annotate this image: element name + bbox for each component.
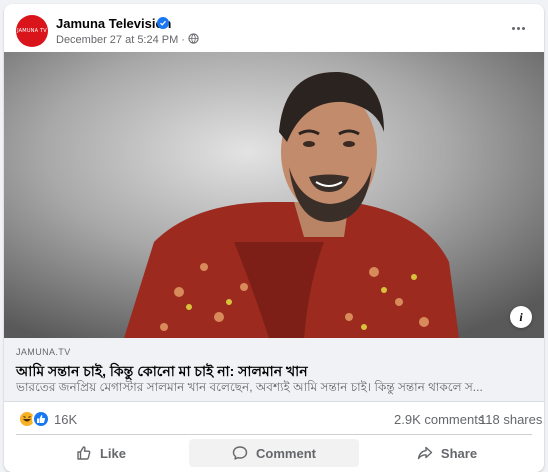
link-domain: JAMUNA.TV — [16, 347, 71, 357]
reaction-icons[interactable] — [18, 410, 52, 428]
thumbs-up-icon — [77, 446, 91, 460]
comment-icon — [232, 446, 248, 460]
page-avatar[interactable]: JAMUNA TV — [16, 15, 48, 47]
post-header: JAMUNA TV Jamuna Television December 27 … — [4, 4, 544, 52]
share-button[interactable]: Share — [362, 439, 532, 467]
post-stats: 16K 2.9K comments 118 shares — [4, 402, 544, 432]
comment-label: Comment — [256, 445, 316, 461]
post-card: JAMUNA TV Jamuna Television December 27 … — [4, 4, 544, 472]
link-description: ভারতের জনপ্রিয় মেগাস্টার সালমান খান বলে… — [16, 380, 483, 394]
globe-icon[interactable] — [188, 33, 199, 47]
reaction-count[interactable]: 16K — [54, 412, 77, 427]
link-preview[interactable]: JAMUNA.TV আমি সন্তান চাই, কিন্তু কোনো মা… — [4, 338, 544, 402]
like-label: Like — [99, 445, 126, 461]
verified-badge-icon — [157, 17, 169, 29]
more-options-icon[interactable] — [508, 20, 528, 36]
shares-count[interactable]: 118 shares — [479, 412, 542, 427]
page-name-link[interactable]: Jamuna Television — [56, 16, 171, 31]
comment-button[interactable]: Comment — [189, 439, 359, 467]
like-icon — [32, 410, 50, 428]
meta-separator: · — [181, 34, 185, 46]
post-meta: December 27 at 5:24 PM · — [56, 33, 199, 47]
post-timestamp[interactable]: December 27 at 5:24 PM — [56, 34, 178, 46]
share-icon — [417, 446, 433, 460]
photo-illustration — [4, 52, 544, 338]
action-bar: Like Comment Share — [16, 434, 532, 468]
comments-count[interactable]: 2.9K comments — [394, 412, 484, 427]
post-image[interactable]: i — [4, 52, 544, 338]
info-icon[interactable]: i — [510, 306, 532, 328]
avatar-text: JAMUNA TV — [17, 28, 47, 34]
share-label: Share — [440, 445, 478, 461]
like-button[interactable]: Like — [16, 439, 186, 467]
